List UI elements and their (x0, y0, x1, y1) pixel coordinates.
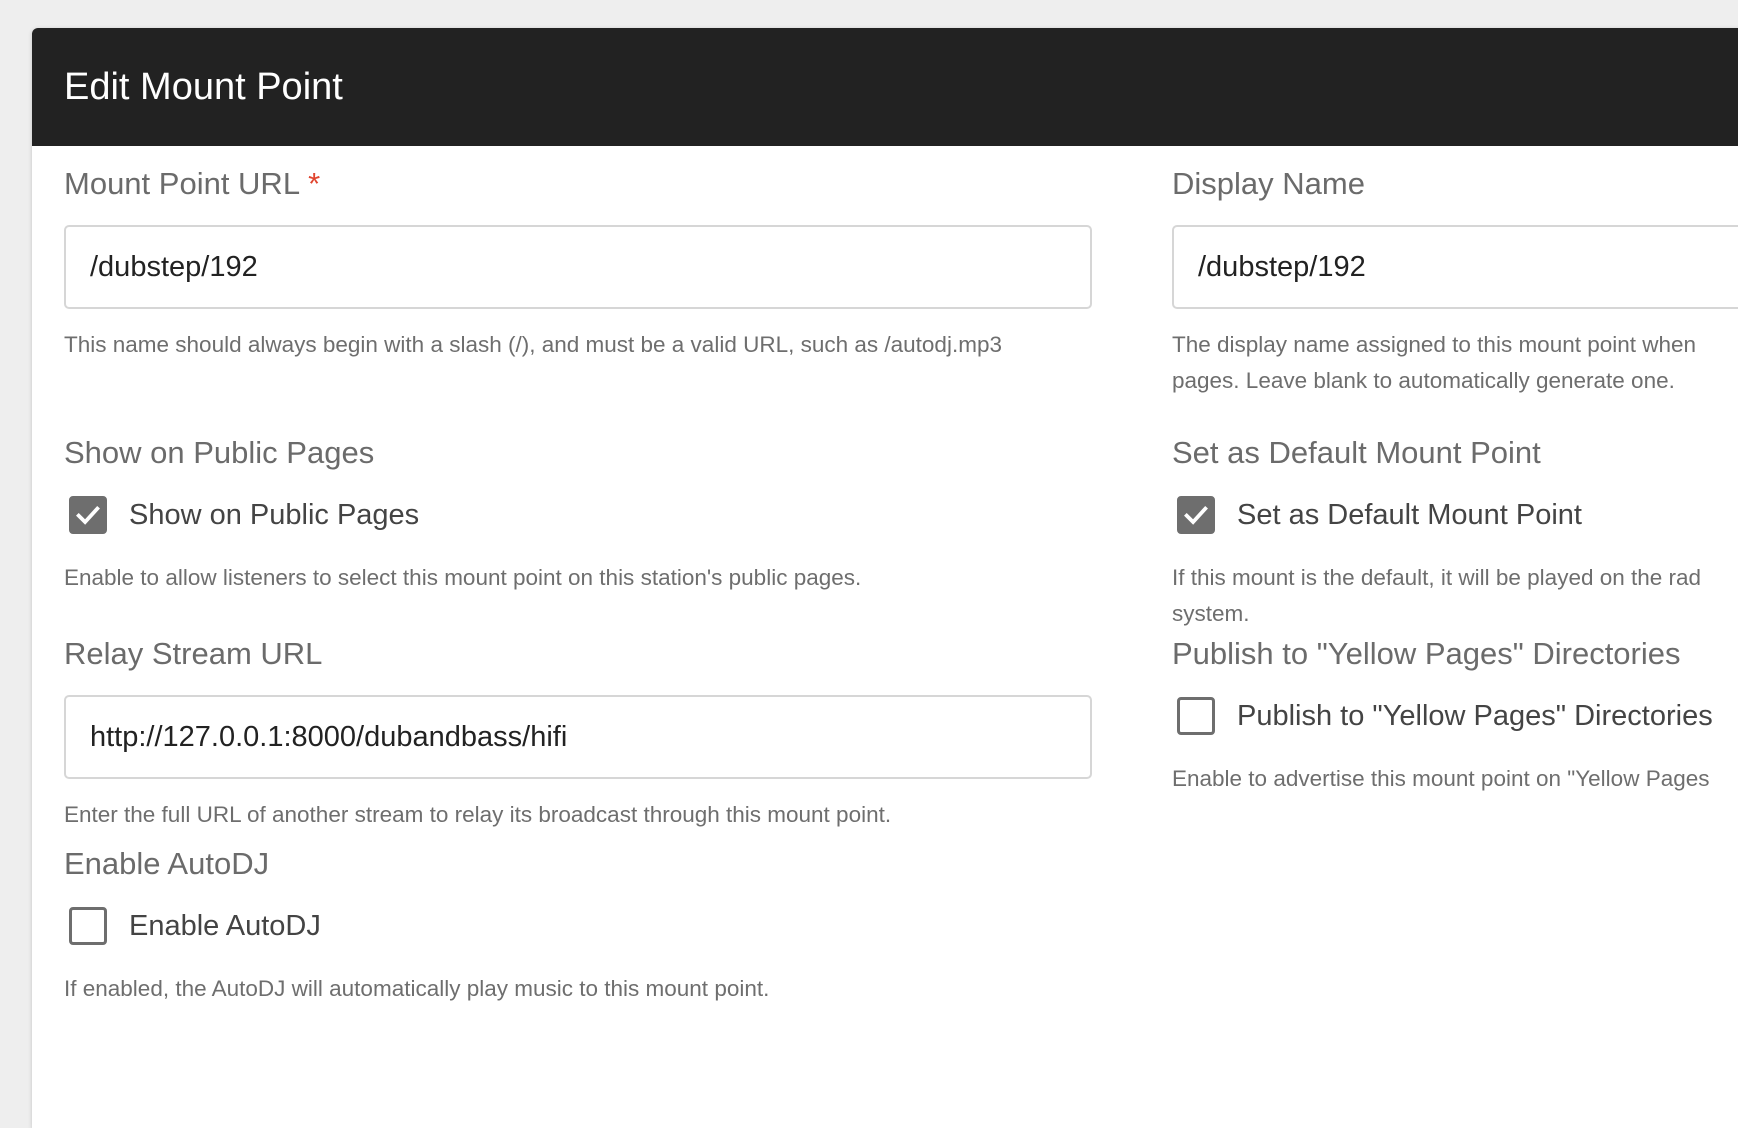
default-mount-group: Set as Default Mount Point Set as Defaul… (1172, 437, 1738, 632)
display-name-help: The display name assigned to this mount … (1172, 327, 1738, 399)
yellow-pages-help: Enable to advertise this mount point on … (1172, 766, 1710, 791)
show-public-checkbox[interactable] (69, 496, 107, 534)
edit-mount-point-modal: Edit Mount Point Mount Point URL* This n… (32, 28, 1738, 1128)
default-mount-help-line2: system. (1172, 601, 1250, 626)
default-mount-check-row[interactable]: Set as Default Mount Point (1172, 490, 1738, 540)
default-mount-help-line1: If this mount is the default, it will be… (1172, 565, 1702, 590)
relay-url-label: Relay Stream URL (64, 636, 323, 671)
show-public-group: Show on Public Pages Show on Public Page… (64, 437, 1092, 596)
modal-title: Edit Mount Point (64, 65, 343, 108)
mount-url-group: Mount Point URL* This name should always… (64, 168, 1092, 363)
relay-url-help: Enter the full URL of another stream to … (64, 802, 892, 827)
display-name-input[interactable] (1172, 225, 1738, 309)
yellow-pages-checkbox[interactable] (1177, 697, 1215, 735)
mount-url-label: Mount Point URL * (64, 166, 321, 201)
yellow-pages-checkbox-label[interactable]: Publish to "Yellow Pages" Directories (1237, 700, 1713, 733)
check-icon (1184, 505, 1208, 525)
autodj-check-row[interactable]: Enable AutoDJ (64, 901, 1092, 951)
mount-url-input[interactable] (64, 225, 1092, 309)
default-mount-label: Set as Default Mount Point (1172, 435, 1541, 470)
display-name-label: Display Name (1172, 166, 1365, 201)
required-mark: * (308, 166, 321, 201)
autodj-checkbox-label[interactable]: Enable AutoDJ (129, 910, 321, 943)
check-icon (76, 505, 100, 525)
modal-header: Edit Mount Point (32, 28, 1738, 146)
show-public-label: Show on Public Pages (64, 435, 375, 470)
show-public-checkbox-label[interactable]: Show on Public Pages (129, 499, 419, 532)
default-mount-help: If this mount is the default, it will be… (1172, 560, 1738, 632)
display-name-group: Display Name The display name assigned t… (1172, 168, 1738, 399)
default-mount-checkbox[interactable] (1177, 496, 1215, 534)
relay-url-group: Relay Stream URL Enter the full URL of a… (64, 638, 1092, 833)
show-public-help: Enable to allow listeners to select this… (64, 565, 862, 590)
autodj-label: Enable AutoDJ (64, 846, 270, 881)
yellow-pages-group: Publish to "Yellow Pages" Directories Pu… (1172, 638, 1738, 797)
show-public-check-row[interactable]: Show on Public Pages (64, 490, 1092, 540)
yellow-pages-label: Publish to "Yellow Pages" Directories (1172, 636, 1681, 671)
autodj-help: If enabled, the AutoDJ will automaticall… (64, 976, 770, 1001)
default-mount-checkbox-label[interactable]: Set as Default Mount Point (1237, 499, 1582, 532)
mount-url-help: This name should always begin with a sla… (64, 332, 1002, 357)
autodj-group: Enable AutoDJ Enable AutoDJ If enabled, … (64, 848, 1092, 1007)
display-name-help-line2: pages. Leave blank to automatically gene… (1172, 368, 1675, 393)
autodj-checkbox[interactable] (69, 907, 107, 945)
display-name-help-line1: The display name assigned to this mount … (1172, 332, 1697, 357)
relay-url-input[interactable] (64, 695, 1092, 779)
yellow-pages-check-row[interactable]: Publish to "Yellow Pages" Directories (1172, 691, 1738, 741)
